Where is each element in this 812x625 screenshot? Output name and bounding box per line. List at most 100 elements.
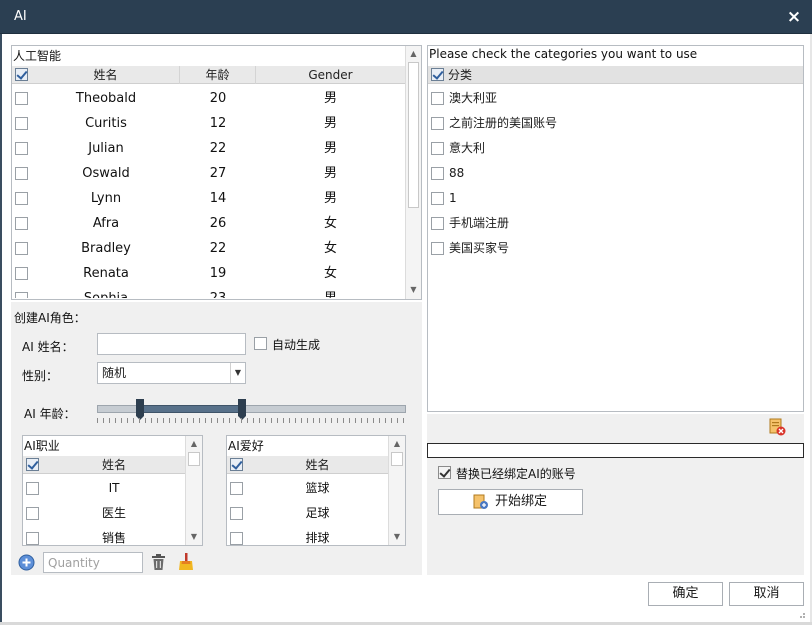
table-row[interactable]: Lynn 14 男 — [12, 186, 405, 211]
ai-name-input[interactable] — [97, 333, 246, 355]
binding-progress-bar — [427, 443, 804, 458]
create-ai-title: 创建AI角色： — [14, 311, 86, 325]
row-age: 22 — [209, 241, 227, 256]
scroll-down-icon[interactable]: ▼ — [186, 529, 202, 544]
row-checkbox[interactable] — [15, 192, 28, 205]
row-checkbox[interactable] — [15, 217, 28, 230]
resize-grip-icon[interactable] — [796, 608, 806, 618]
category-header-label[interactable]: 分类 — [448, 66, 472, 84]
gender-select[interactable]: 随机 ▼ — [97, 362, 246, 384]
row-checkbox[interactable] — [15, 267, 28, 280]
table-row[interactable]: Afra 26 女 — [12, 211, 405, 236]
age-slider-min-handle[interactable] — [136, 399, 145, 420]
row-gender: 女 — [323, 216, 337, 231]
category-item[interactable]: 意大利 — [429, 136, 804, 161]
row-checkbox[interactable] — [15, 167, 28, 180]
list-item[interactable]: 排球 — [227, 526, 388, 545]
category-checkbox[interactable] — [431, 192, 444, 205]
table-row[interactable]: Sophia 23 男 — [12, 286, 405, 298]
table-row[interactable]: Renata 19 女 — [12, 261, 405, 286]
scroll-up-icon[interactable]: ▲ — [186, 436, 202, 451]
scroll-down-icon[interactable]: ▼ — [389, 529, 405, 544]
ai-grid-scrollbar[interactable]: ▲ ▼ — [405, 46, 421, 299]
age-slider-max-handle[interactable] — [238, 399, 247, 420]
ai-grid-header-age[interactable]: 年龄 — [180, 66, 256, 84]
scroll-thumb[interactable] — [408, 62, 419, 208]
hobby-select-all-checkbox[interactable] — [230, 458, 243, 471]
cancel-button[interactable]: 取消 — [729, 582, 804, 606]
table-row[interactable]: Curitis 12 男 — [12, 111, 405, 136]
window-title: AI — [14, 9, 27, 24]
ai-grid-header-name[interactable]: 姓名 — [32, 66, 180, 84]
category-checkbox[interactable] — [431, 117, 444, 130]
row-checkbox[interactable] — [230, 482, 243, 495]
row-checkbox[interactable] — [26, 532, 39, 545]
category-item[interactable]: 美国买家号 — [429, 236, 804, 261]
category-item[interactable]: 88 — [429, 161, 804, 186]
trash-icon[interactable] — [151, 554, 166, 571]
row-gender: 男 — [323, 141, 337, 156]
ai-grid-select-all-checkbox[interactable] — [15, 68, 28, 81]
scroll-up-icon[interactable]: ▲ — [389, 436, 405, 451]
category-select-all-checkbox[interactable] — [431, 68, 444, 81]
category-checkbox[interactable] — [431, 217, 444, 230]
category-label: 88 — [449, 166, 465, 180]
ok-button[interactable]: 确定 — [648, 582, 723, 606]
row-checkbox[interactable] — [15, 242, 28, 255]
ai-grid-header-gender[interactable]: Gender — [256, 66, 405, 84]
gender-label: 性别： — [22, 369, 59, 383]
list-item[interactable]: 销售 — [23, 526, 185, 545]
hobby-header-name[interactable]: 姓名 — [247, 456, 388, 474]
close-button[interactable]: × — [784, 7, 804, 27]
category-item[interactable]: 1 — [429, 186, 804, 211]
scroll-thumb[interactable] — [391, 452, 403, 466]
table-row[interactable]: Julian 22 男 — [12, 136, 405, 161]
list-item[interactable]: 医生 — [23, 501, 185, 526]
list-item[interactable]: IT — [23, 476, 185, 501]
career-select-all-checkbox[interactable] — [26, 458, 39, 471]
career-list-scrollbar[interactable]: ▲ ▼ — [185, 436, 202, 545]
career-list-body: IT 医生 销售 — [23, 476, 185, 545]
auto-generate-checkbox[interactable] — [254, 337, 267, 350]
replace-bound-checkbox[interactable] — [438, 466, 451, 479]
row-checkbox[interactable] — [15, 292, 28, 298]
row-name: Sophia — [32, 286, 180, 298]
scroll-down-icon[interactable]: ▼ — [406, 282, 421, 297]
row-checkbox[interactable] — [26, 507, 39, 520]
bind-users-icon — [473, 494, 489, 510]
category-item[interactable]: 手机端注册 — [429, 211, 804, 236]
scroll-thumb[interactable] — [188, 452, 200, 466]
hobby-list-scrollbar[interactable]: ▲ ▼ — [388, 436, 405, 545]
list-item[interactable]: 足球 — [227, 501, 388, 526]
clear-broom-icon[interactable] — [178, 553, 194, 571]
row-checkbox[interactable] — [15, 142, 28, 155]
row-checkbox[interactable] — [230, 507, 243, 520]
table-row[interactable]: Oswald 27 男 — [12, 161, 405, 186]
category-checkbox[interactable] — [431, 167, 444, 180]
row-checkbox[interactable] — [26, 482, 39, 495]
row-name: Renata — [83, 266, 129, 281]
category-checkbox[interactable] — [431, 242, 444, 255]
row-name: Afra — [92, 216, 120, 231]
window-left-border — [0, 34, 2, 625]
list-item[interactable]: 篮球 — [227, 476, 388, 501]
row-gender: 男 — [323, 191, 337, 206]
row-checkbox[interactable] — [15, 92, 28, 105]
category-checkbox[interactable] — [431, 142, 444, 155]
table-row[interactable]: Theobald 20 男 — [12, 86, 405, 111]
row-checkbox[interactable] — [230, 532, 243, 545]
chevron-down-icon[interactable]: ▼ — [230, 363, 245, 383]
career-list-caption: AI职业 — [24, 439, 60, 453]
table-row[interactable]: Bradley 22 女 — [12, 236, 405, 261]
title-bar — [0, 0, 812, 34]
category-item[interactable]: 澳大利亚 — [429, 86, 804, 111]
add-icon[interactable] — [18, 554, 35, 571]
career-header-name[interactable]: 姓名 — [43, 456, 185, 474]
category-checkbox[interactable] — [431, 92, 444, 105]
scroll-up-icon[interactable]: ▲ — [406, 46, 421, 61]
delete-categories-icon[interactable] — [768, 418, 786, 436]
quantity-input[interactable] — [43, 552, 143, 573]
category-item[interactable]: 之前注册的美国账号 — [429, 111, 804, 136]
row-checkbox[interactable] — [15, 117, 28, 130]
start-binding-button[interactable]: 开始绑定 — [438, 489, 583, 515]
